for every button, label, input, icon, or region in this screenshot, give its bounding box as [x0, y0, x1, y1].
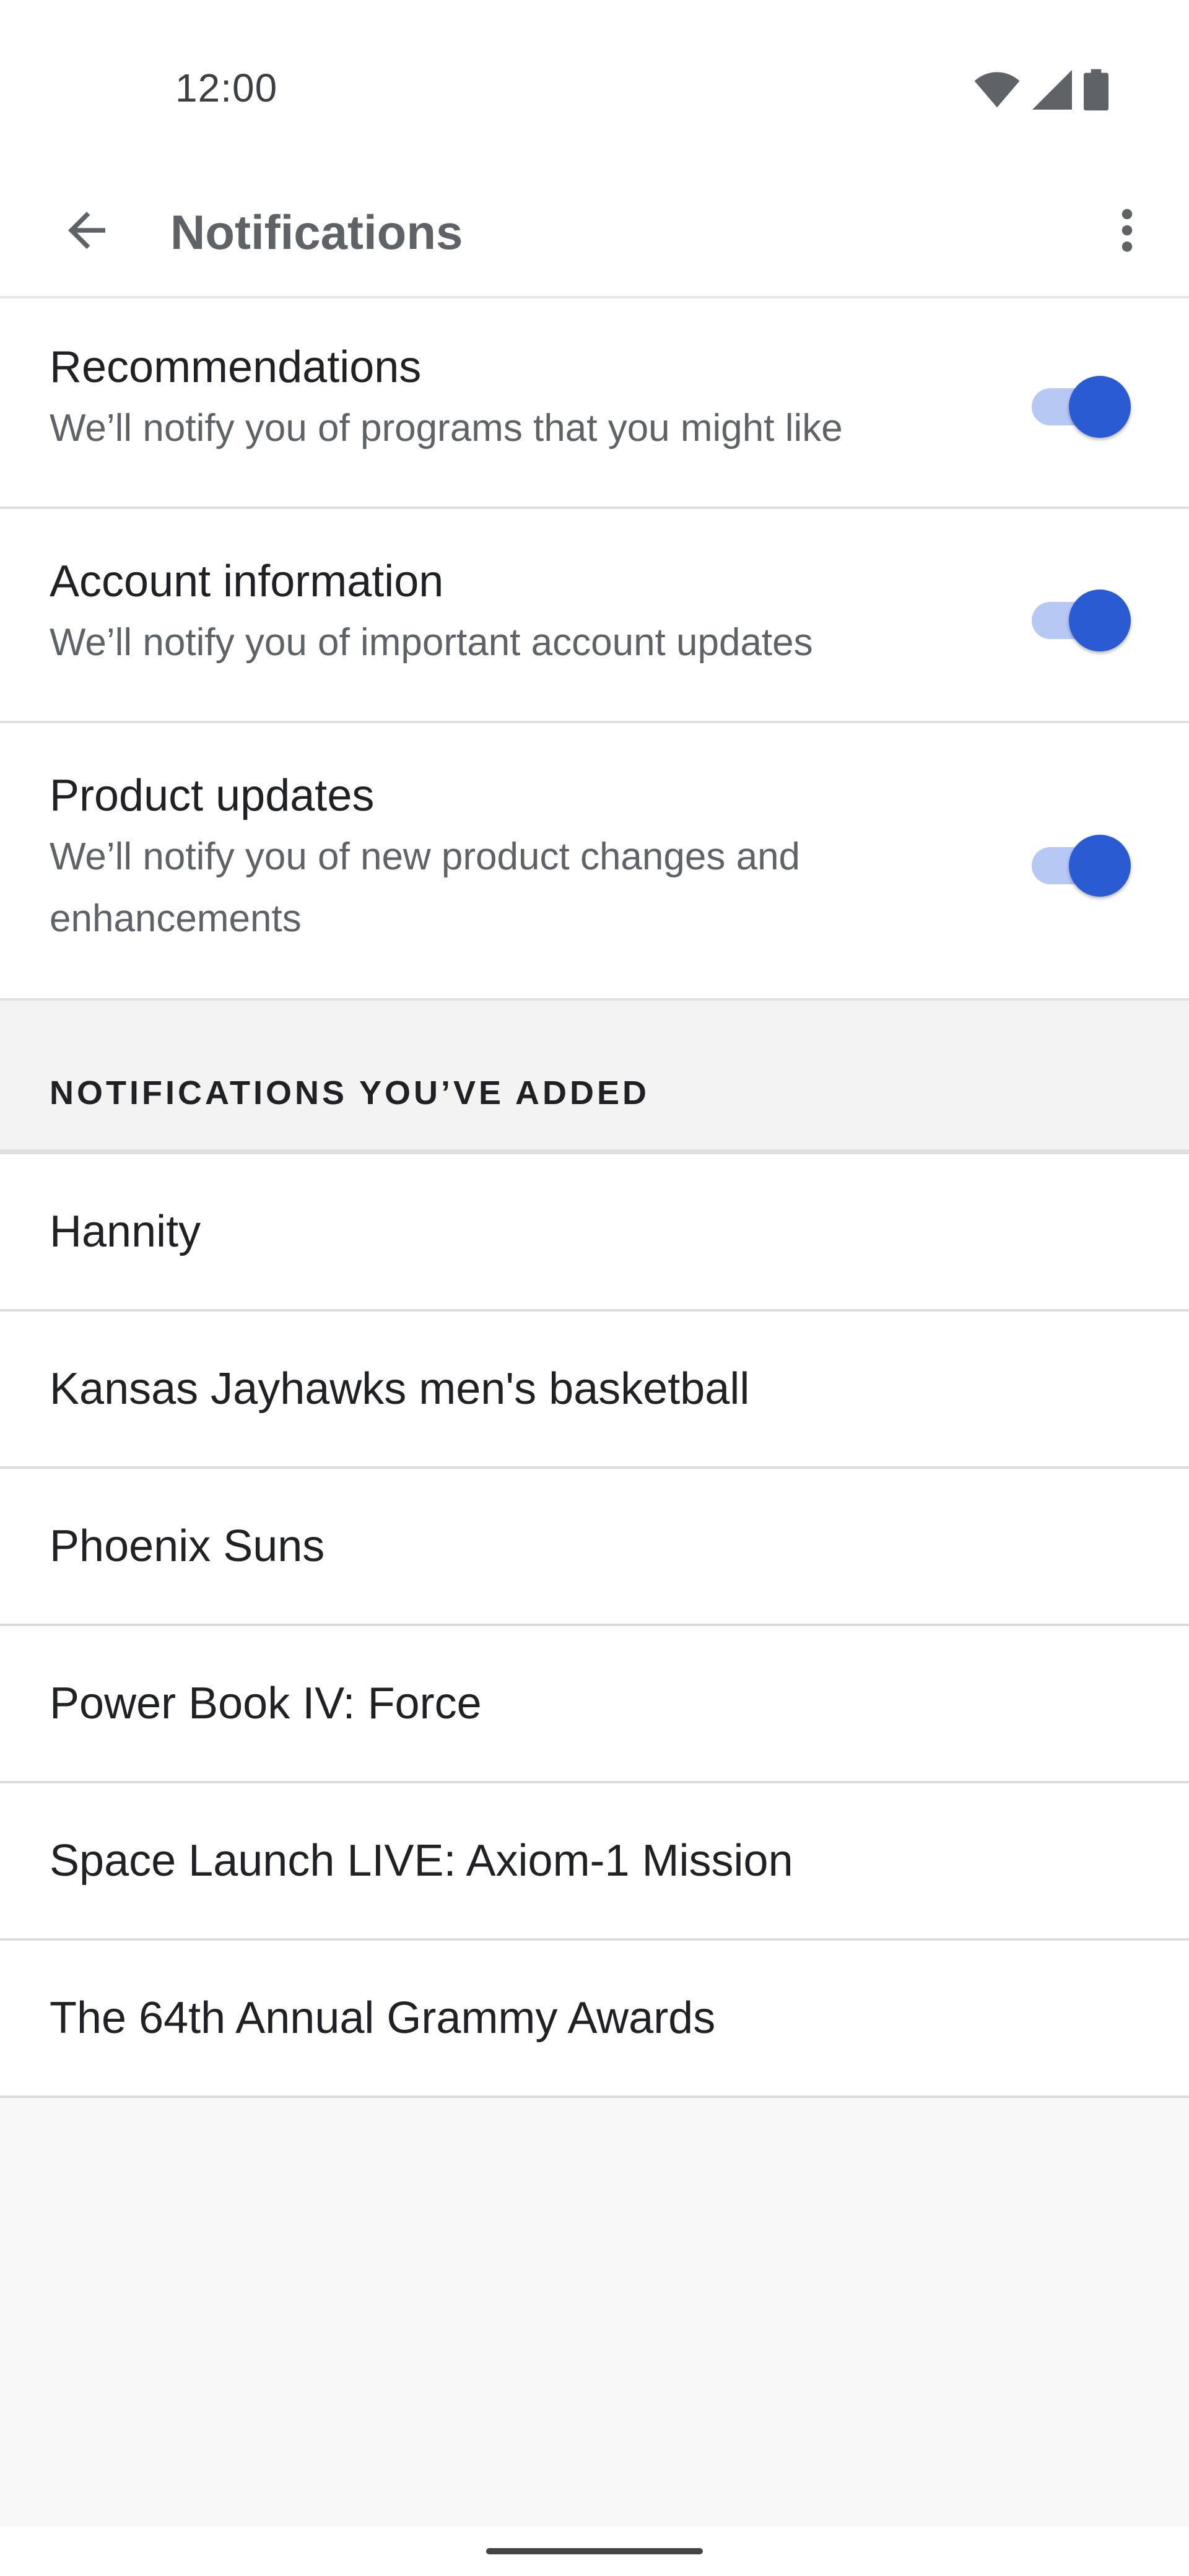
toggle-thumb: [1069, 376, 1131, 438]
more-options-button[interactable]: [1090, 193, 1164, 268]
list-item-label: Power Book IV: Force: [50, 1679, 482, 1728]
list-item[interactable]: Hannity: [0, 1154, 1189, 1312]
status-icons: [973, 68, 1108, 111]
setting-subtitle: We’ll notify you of important account up…: [50, 621, 813, 664]
section-header-label: NOTIFICATIONS YOU’VE ADDED: [50, 1074, 650, 1112]
wifi-icon: [974, 72, 1020, 108]
setting-row-product-updates[interactable]: Product updates We’ll notify you of new …: [0, 723, 1189, 1001]
more-vert-icon: [1121, 209, 1133, 252]
toggle-thumb: [1069, 835, 1131, 897]
battery-icon: [1084, 69, 1108, 111]
section-header-added: NOTIFICATIONS YOU’VE ADDED: [0, 1001, 1189, 1154]
list-item-label: Space Launch LIVE: Axiom-1 Mission: [50, 1836, 793, 1886]
arrow-back-icon: [68, 212, 105, 249]
setting-title: Product updates: [50, 771, 375, 820]
list-item-label: Hannity: [50, 1207, 201, 1256]
status-bar: 12:00: [0, 0, 1189, 167]
setting-title: Recommendations: [50, 342, 422, 392]
list-item[interactable]: The 64th Annual Grammy Awards: [0, 1941, 1189, 2098]
list-item[interactable]: Kansas Jayhawks men's basketball: [0, 1312, 1189, 1469]
toggle-thumb: [1069, 590, 1131, 651]
app-bar: Notifications: [0, 167, 1189, 298]
list-item-label: Kansas Jayhawks men's basketball: [50, 1364, 750, 1414]
setting-row-recommendations[interactable]: Recommendations We’ll notify you of prog…: [0, 298, 1189, 509]
gesture-handle[interactable]: [486, 2548, 703, 2554]
back-button[interactable]: [50, 193, 124, 268]
cell-signal-icon: [1032, 70, 1072, 110]
setting-title: Account information: [50, 557, 444, 606]
list-item[interactable]: Power Book IV: Force: [0, 1626, 1189, 1783]
status-time: 12:00: [175, 66, 278, 110]
list-item[interactable]: Space Launch LIVE: Axiom-1 Mission: [0, 1783, 1189, 1941]
setting-row-account-information[interactable]: Account information We’ll notify you of …: [0, 509, 1189, 723]
page-title: Notifications: [170, 205, 463, 259]
setting-subtitle: We’ll notify you of programs that you mi…: [50, 407, 843, 450]
setting-subtitle: We’ll notify you of new product changes …: [50, 835, 801, 940]
notifications-content: Recommendations We’ll notify you of prog…: [0, 298, 1189, 2098]
list-item[interactable]: Phoenix Suns: [0, 1469, 1189, 1626]
account-information-toggle[interactable]: [1032, 583, 1131, 651]
product-updates-toggle[interactable]: [1032, 829, 1131, 897]
list-item-label: Phoenix Suns: [50, 1521, 325, 1571]
list-item-label: The 64th Annual Grammy Awards: [50, 1993, 716, 2043]
recommendations-toggle[interactable]: [1032, 370, 1131, 438]
